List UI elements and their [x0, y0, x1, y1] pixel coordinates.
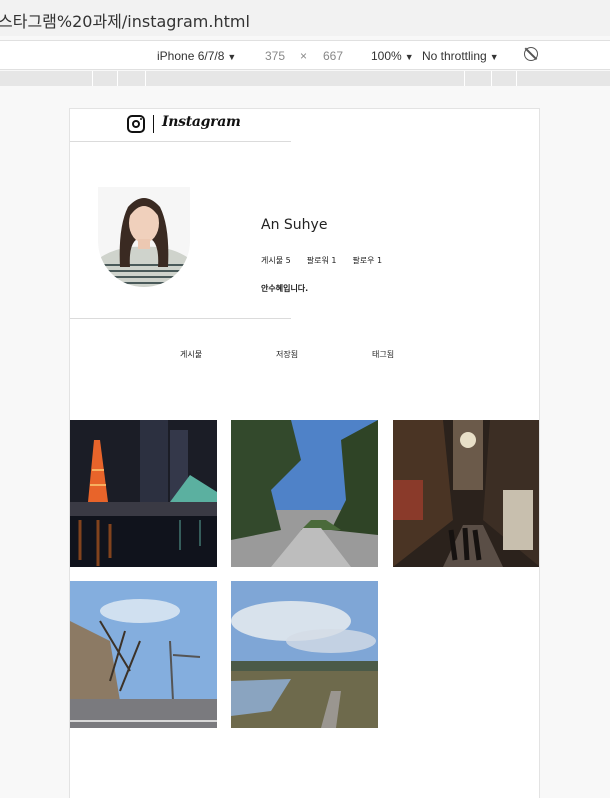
rotate-icon[interactable] — [524, 47, 538, 61]
profile-username: An Suhye — [261, 217, 328, 233]
photo-winter-street[interactable] — [70, 581, 217, 728]
address-bar[interactable]: 스타그램%20과제/instagram.html — [0, 0, 610, 36]
ruler-tick — [92, 71, 93, 86]
header-divider — [153, 115, 154, 133]
instagram-camera-icon[interactable] — [127, 115, 145, 133]
url-text[interactable]: 스타그램%20과제/instagram.html — [0, 8, 250, 32]
avatar-portrait — [98, 187, 190, 287]
winter-street-image — [70, 581, 217, 728]
dropdown-caret-icon: ▼ — [227, 52, 237, 62]
profile-section: An Suhye 게시물 5 팔로워 1 팔로우 1 안수혜입니다. — [70, 142, 382, 319]
followers-count[interactable]: 팔로워 1 — [307, 256, 337, 265]
profile-tabs: 게시물 저장됨 태그됨 — [70, 349, 539, 363]
device-toolbar: iPhone 6/7/8 ▼ 375 × 667 100% ▼ No throttl… — [0, 40, 610, 70]
ruler-tick — [491, 71, 492, 86]
pine-path-image — [231, 420, 378, 567]
ruler-tick — [464, 71, 465, 86]
page-header: Instagram — [70, 109, 291, 142]
night-tower-image — [70, 420, 217, 567]
ruler-tick — [117, 71, 118, 86]
tab-saved[interactable]: 저장됨 — [276, 349, 298, 360]
profile-bio: 안수혜입니다. — [261, 284, 309, 293]
photo-market-street[interactable] — [393, 420, 539, 567]
market-street-image — [393, 420, 539, 567]
posts-count: 게시물 5 — [261, 256, 291, 265]
media-query-ruler[interactable] — [0, 71, 610, 86]
device-label: iPhone 6/7/8 — [157, 49, 225, 63]
device-select[interactable]: iPhone 6/7/8 ▼ — [157, 49, 236, 63]
throttle-select[interactable]: No throttling ▼ — [422, 49, 499, 63]
tab-posts[interactable]: 게시물 — [180, 349, 202, 360]
dropdown-caret-icon: ▼ — [489, 52, 499, 62]
profile-stats: 게시물 5 팔로워 1 팔로우 1 — [261, 255, 398, 266]
river-landscape-image — [231, 581, 378, 728]
times-icon: × — [300, 49, 308, 63]
avatar[interactable] — [98, 187, 190, 287]
following-count[interactable]: 팔로우 1 — [352, 256, 382, 265]
photo-night-tower[interactable] — [70, 420, 217, 567]
throttle-label: No throttling — [422, 49, 487, 63]
viewport-height[interactable]: 667 — [323, 49, 343, 63]
photo-pine-path[interactable] — [231, 420, 378, 567]
ruler-tick — [145, 71, 146, 86]
tab-tagged[interactable]: 태그됨 — [372, 349, 394, 360]
photo-river-landscape[interactable] — [231, 581, 378, 728]
viewport-width[interactable]: 375 — [265, 49, 285, 63]
dropdown-caret-icon: ▼ — [404, 52, 414, 62]
ruler-tick — [516, 71, 517, 86]
instagram-wordmark[interactable]: Instagram — [162, 114, 241, 130]
zoom-select[interactable]: 100% ▼ — [371, 49, 414, 63]
device-viewport: Instagram An Suhye 게시물 5 팔로워 1 팔로우 1 안수혜입니… — [69, 108, 540, 798]
zoom-label: 100% — [371, 49, 402, 63]
